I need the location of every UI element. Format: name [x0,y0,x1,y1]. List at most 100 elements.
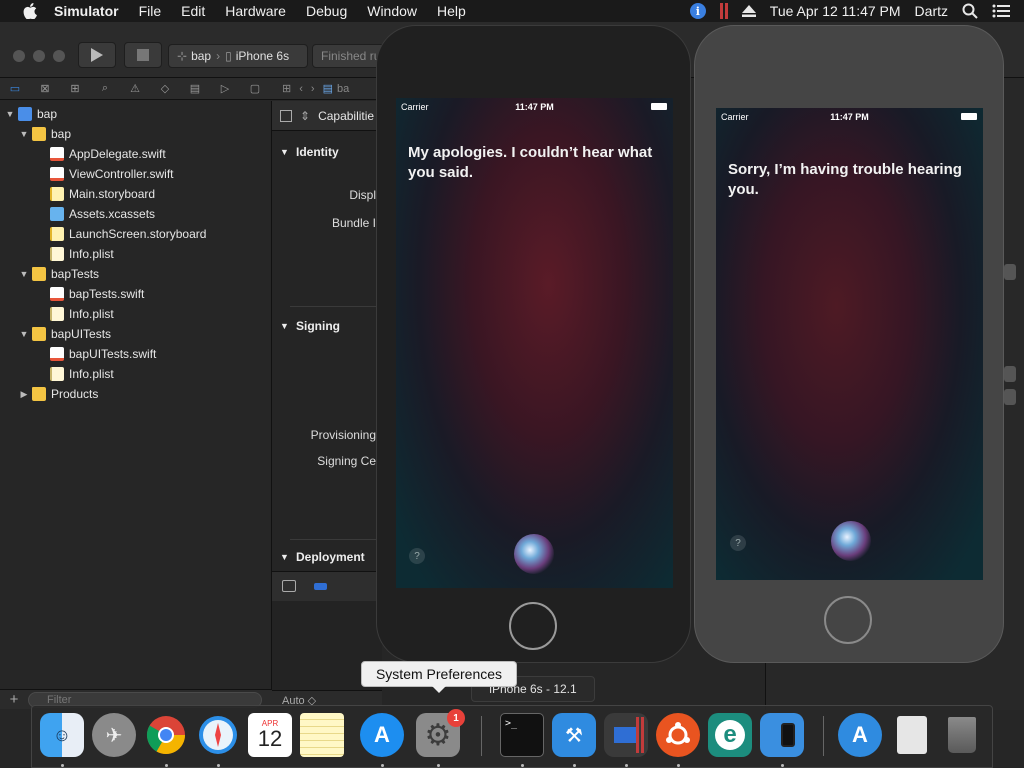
tree-row-project[interactable]: ▼ bap [0,104,57,124]
issue-navigator-icon[interactable]: ⚠ [120,82,150,95]
tree-label: AppDelegate.swift [69,147,166,161]
calendar-icon[interactable]: APR 12 [248,713,292,757]
menu-debug[interactable]: Debug [296,0,357,22]
stepper-control[interactable] [1004,264,1016,280]
eset-icon[interactable]: e [708,713,752,757]
siri-orb-icon[interactable] [831,521,871,561]
tree-row-file[interactable]: Info.plist [0,364,114,384]
tree-row-folder-bap[interactable]: ▼ bap [0,124,71,144]
trash-icon[interactable] [940,713,984,757]
display-name-label: Displ [349,188,376,202]
back-chevron-icon[interactable]: ‹ [299,83,303,95]
tree-row-file[interactable]: LaunchScreen.storyboard [0,224,206,244]
ubuntu-icon[interactable] [656,713,700,757]
siri-orb-icon[interactable] [514,534,554,574]
target-list-toggle-icon[interactable] [280,109,292,122]
tree-row-file[interactable]: Info.plist [0,304,114,324]
scheme-selector[interactable]: ⊹ bap › ▯ iPhone 6s [168,44,308,68]
safari-compass-icon[interactable] [196,713,240,757]
target-stepper-icon[interactable]: ⇕ [300,109,310,123]
parallels-status-icon[interactable] [719,3,728,19]
applications-folder-icon[interactable]: A [838,713,882,757]
tree-row-file[interactable]: AppDelegate.swift [0,144,166,164]
debug-navigator-icon[interactable]: ▤ [180,82,210,95]
disclosure-down-icon[interactable]: ▼ [4,109,16,119]
apple-menu-icon[interactable] [20,0,40,22]
phone-screen[interactable]: Carrier 11:47 PM My apologies. I couldn’… [396,98,673,588]
launchpad-rocket-icon[interactable]: ✈ [92,713,136,757]
notification-badge: 1 [447,709,465,727]
window-minimize-button[interactable] [33,50,45,62]
section-identity[interactable]: Identity [280,145,339,159]
simulator-icon[interactable] [760,713,804,757]
test-navigator-icon[interactable]: ◇ [150,82,180,95]
menu-edit[interactable]: Edit [171,0,215,22]
window-zoom-button[interactable] [53,50,65,62]
phone-screen[interactable]: Carrier 11:47 PM Sorry, I’m having troub… [716,108,983,580]
window-close-button[interactable] [13,50,25,62]
section-deployment[interactable]: Deployment [280,550,365,564]
add-file-plus-icon[interactable]: + [0,691,28,708]
symbol-navigator-icon[interactable]: ⊞ [60,82,90,95]
stepper-control[interactable] [1004,389,1016,405]
tree-row-folder-products[interactable]: ▶ Products [0,384,98,404]
disclosure-right-icon[interactable]: ▶ [18,389,30,400]
jump-bar-item[interactable]: ba [337,83,349,95]
tree-row-file[interactable]: bapTests.swift [0,284,144,304]
tree-row-folder-baptests[interactable]: ▼ bapTests [0,264,99,284]
notification-center-icon[interactable] [992,4,1010,18]
tree-row-file[interactable]: Assets.xcassets [0,204,155,224]
tree-label: Info.plist [69,307,114,321]
home-button[interactable] [824,596,872,644]
parallels-desktop-icon[interactable] [604,713,648,757]
spotlight-search-icon[interactable] [962,3,978,19]
find-navigator-icon[interactable]: ⌕ [90,82,120,95]
finder-icon[interactable]: ☺ [40,713,84,757]
stop-button[interactable] [124,42,162,68]
section-signing[interactable]: Signing [280,319,340,333]
storyboard-file-icon [50,187,64,201]
menubar-clock[interactable]: Tue Apr 12 11:47 PM [770,3,901,19]
chrome-icon[interactable] [144,713,188,757]
project-icon [18,107,32,121]
disclosure-down-icon[interactable]: ▼ [18,129,30,139]
related-items-icon[interactable]: ⊞ [282,82,291,95]
menu-help[interactable]: Help [427,0,476,22]
project-navigator-folder-icon[interactable]: ▭ [0,82,30,95]
disclosure-down-icon[interactable]: ▼ [18,329,30,339]
forward-chevron-icon[interactable]: › [311,83,315,95]
menu-app-simulator[interactable]: Simulator [54,0,129,22]
stepper-control[interactable] [1004,366,1016,382]
tree-row-file[interactable]: bapUITests.swift [0,344,156,364]
tree-row-file[interactable]: ViewController.swift [0,164,173,184]
menu-hardware[interactable]: Hardware [215,0,296,22]
breakpoint-navigator-icon[interactable]: ▷ [210,82,240,95]
tree-row-file[interactable]: Info.plist [0,244,114,264]
tree-row-folder-bapuitests[interactable]: ▼ bapUITests [0,324,111,344]
home-button[interactable] [509,602,557,650]
menu-file[interactable]: File [129,0,172,22]
system-preferences-gear-icon[interactable]: ⚙ 1 [416,709,465,757]
xcode-hammer-icon[interactable]: ⚒ [552,713,596,757]
report-navigator-icon[interactable]: ▢ [240,82,270,95]
menu-window[interactable]: Window [357,0,427,22]
tree-row-file[interactable]: Main.storyboard [0,184,155,204]
run-button[interactable] [78,42,116,68]
downloads-stack-icon[interactable] [890,713,934,757]
notes-icon[interactable] [300,713,344,757]
tab-capabilities[interactable]: Capabilitie [318,109,374,123]
hide-debug-area-icon[interactable] [282,580,296,592]
info-status-icon[interactable]: i [689,3,706,19]
siri-help-icon[interactable]: ? [730,535,746,551]
menubar-user[interactable]: Dartz [915,3,948,19]
terminal-icon[interactable]: >_ [500,713,544,757]
breakpoints-toggle-icon[interactable] [314,583,327,590]
app-store-icon[interactable]: A [360,713,404,757]
siri-help-icon[interactable]: ? [409,548,425,564]
source-control-icon[interactable]: ⊠ [30,82,60,95]
eject-icon[interactable] [741,5,756,17]
storyboard-file-icon [50,227,64,241]
disclosure-down-icon[interactable]: ▼ [18,269,30,279]
navigator-tab-bar: ▭ ⊠ ⊞ ⌕ ⚠ ◇ ▤ ▷ ▢ [0,78,272,100]
tree-label: bapUITests.swift [69,347,157,361]
